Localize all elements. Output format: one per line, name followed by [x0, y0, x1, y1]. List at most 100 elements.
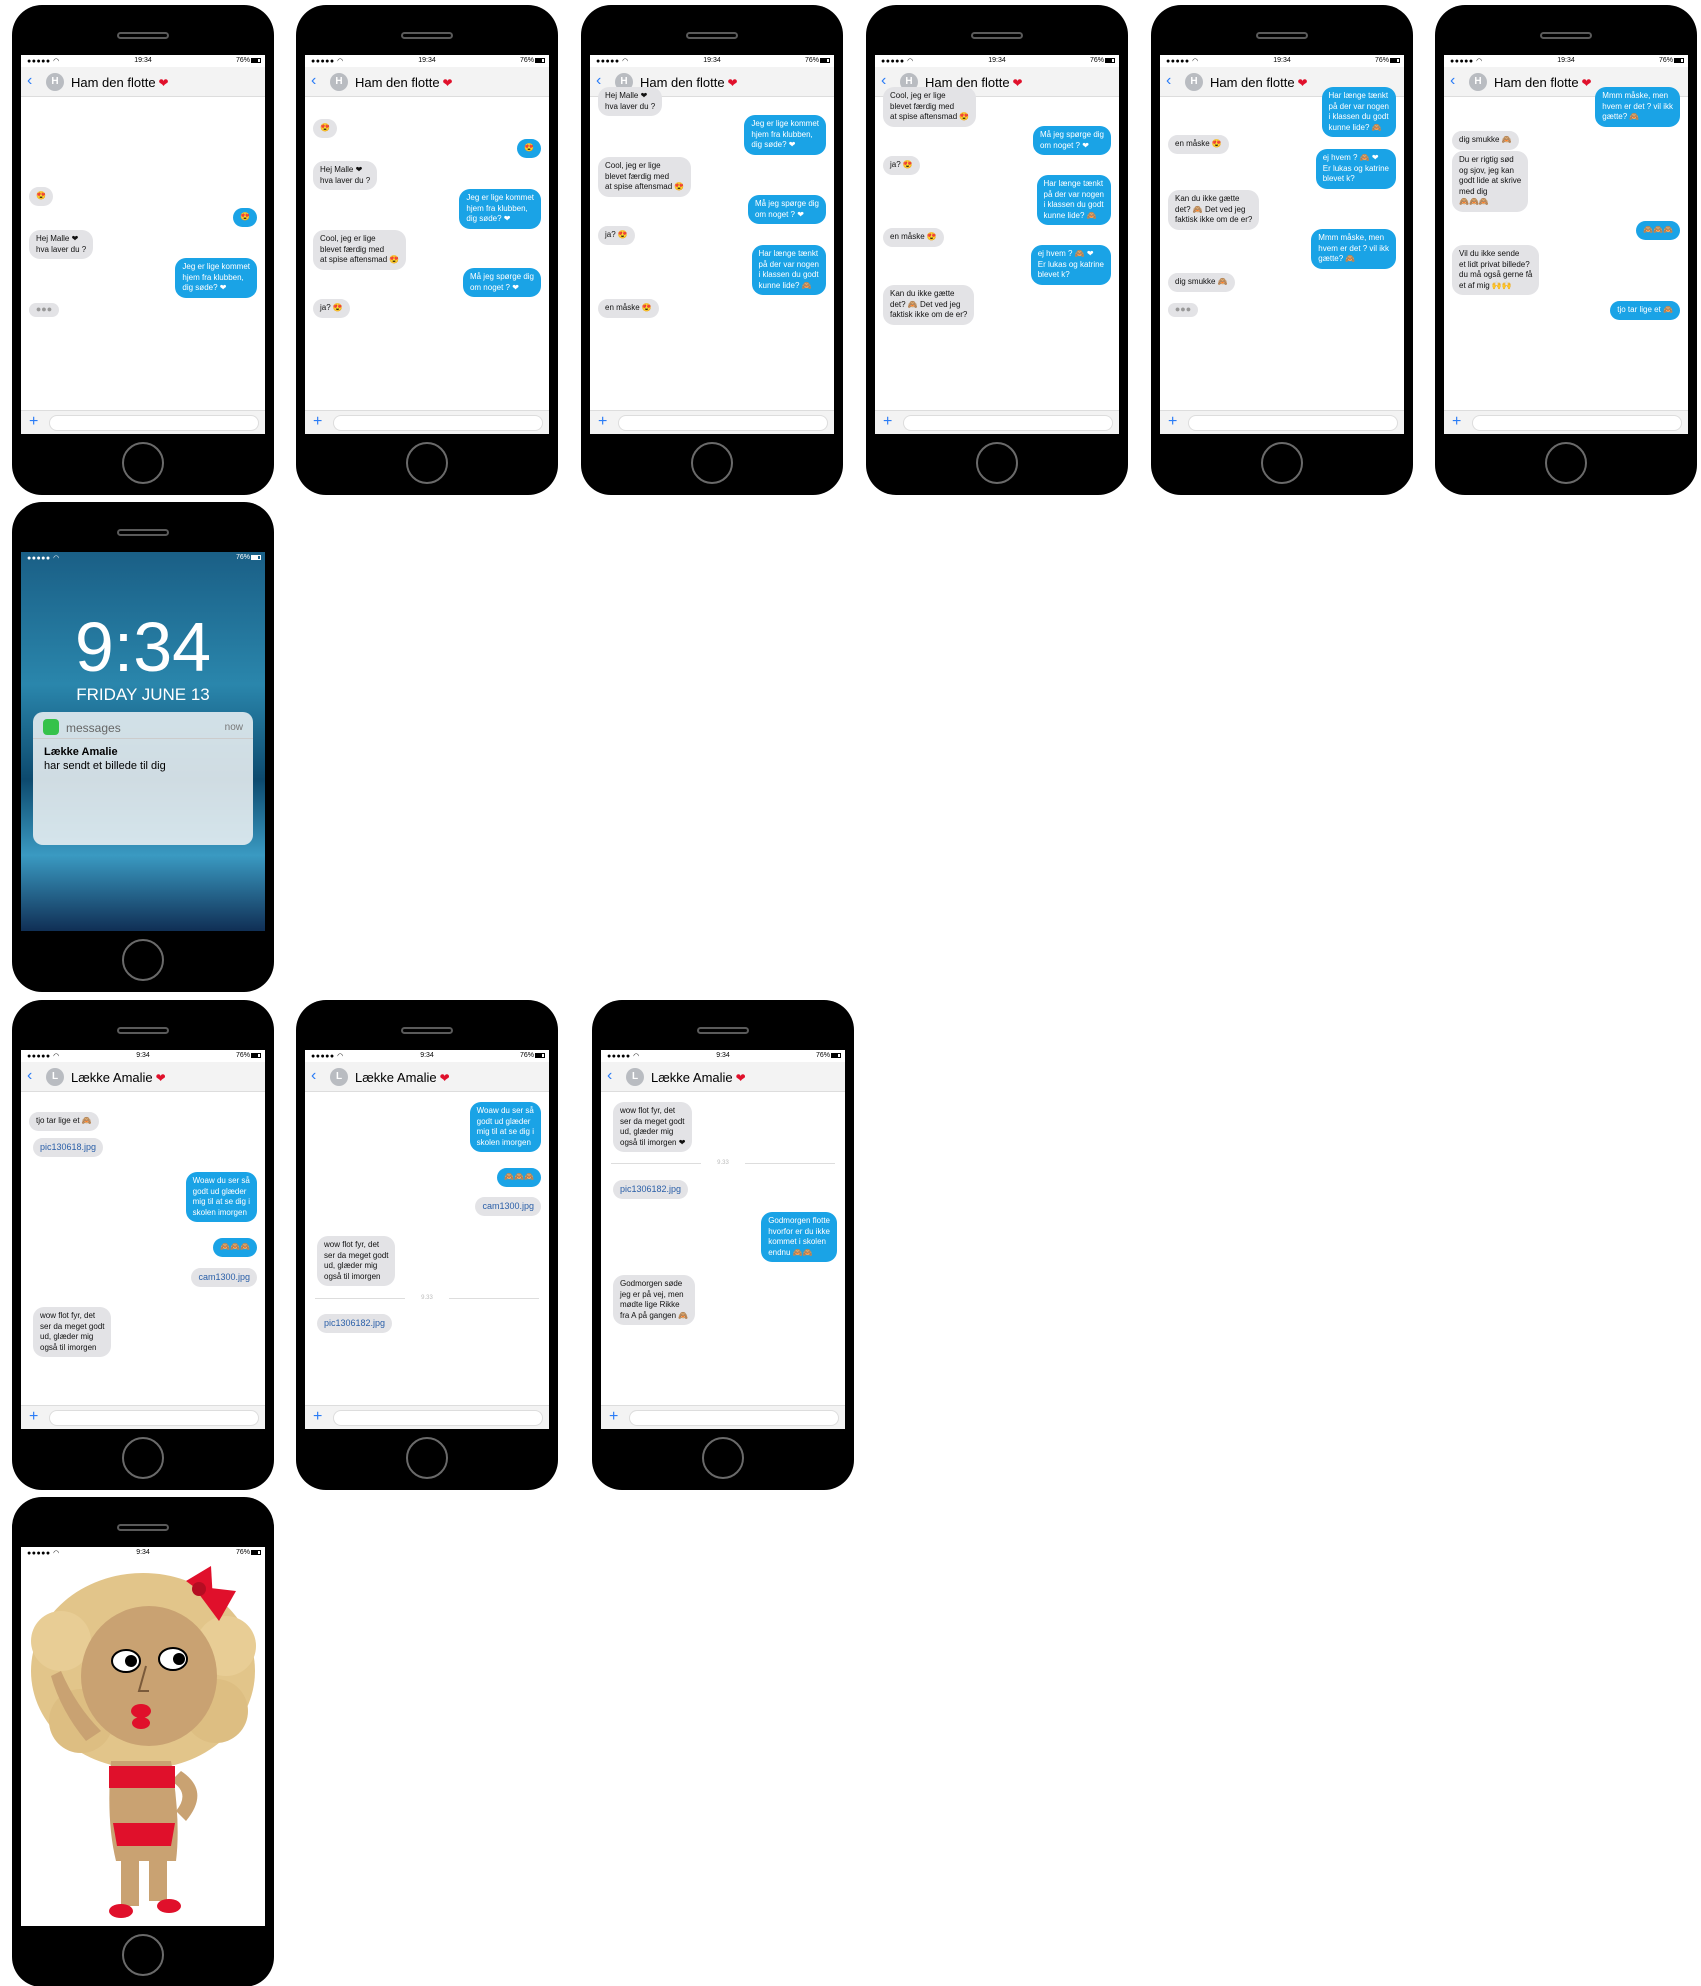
back-chevron-icon[interactable]: ‹ — [27, 73, 32, 89]
message-outgoing: Woaw du ser så godt ud glæder mig til at… — [185, 1172, 257, 1222]
message-outgoing: Må jeg spørge dig om noget ? ❤ — [747, 195, 826, 224]
chat-screen: ●●●●● ◠ 19:34 76% ‹ H Ham den flotte ❤ Har læ… — [1160, 55, 1404, 434]
home-button[interactable] — [1261, 442, 1303, 484]
message-incoming: Vil du ikke sende et lidt privat billede… — [1452, 245, 1540, 295]
typing-indicator: ●●● — [29, 303, 59, 317]
plus-icon[interactable]: + — [883, 413, 892, 431]
notification-sender: Lække Amalie — [44, 746, 118, 758]
plus-icon[interactable]: + — [313, 1408, 322, 1426]
input-bar: + — [305, 410, 549, 434]
message-outgoing: Må jeg spørge dig om noget ? ❤ — [1032, 126, 1111, 155]
home-button[interactable] — [702, 1437, 744, 1479]
plus-icon[interactable]: + — [29, 1408, 38, 1426]
message-input[interactable] — [618, 415, 828, 431]
message-input[interactable] — [49, 1410, 259, 1426]
cartoon-girl-illustration — [31, 1566, 256, 1918]
back-chevron-icon[interactable]: ‹ — [881, 73, 886, 89]
speaker — [117, 1027, 169, 1034]
plus-icon[interactable]: + — [598, 413, 607, 431]
message-input[interactable] — [1188, 415, 1398, 431]
avatar[interactable]: H — [46, 73, 64, 91]
message-input[interactable] — [49, 415, 259, 431]
avatar[interactable]: H — [1469, 73, 1487, 91]
phone-8: ●●●●● ◠ 9:34 76% ‹ L Lække Amalie ❤ tjo tar l… — [12, 1000, 274, 1490]
chat-header: ‹ H Ham den flotte ❤ — [305, 67, 549, 97]
heart-icon: ❤ — [442, 76, 453, 90]
message-outgoing: Har længe tænkt på der var nogen i klass… — [1321, 87, 1396, 137]
status-time: 9:34 — [136, 1052, 150, 1059]
back-chevron-icon[interactable]: ‹ — [311, 1068, 316, 1084]
message-input[interactable] — [333, 1410, 543, 1426]
image-attachment[interactable]: pic1306182.jpg — [317, 1314, 393, 1333]
message-outgoing: 😍 — [517, 139, 541, 158]
message-incoming: wow flot fyr, det ser da meget godt ud, … — [613, 1102, 693, 1152]
message-outgoing: tjo tar lige et 🙈 — [1610, 301, 1680, 320]
home-button[interactable] — [122, 939, 164, 981]
back-chevron-icon[interactable]: ‹ — [1166, 73, 1171, 89]
message-incoming: ja? 😍 — [883, 156, 920, 175]
message-incoming: ja? 😍 — [313, 299, 350, 318]
avatar[interactable]: L — [626, 1068, 644, 1086]
message-input[interactable] — [1472, 415, 1682, 431]
speaker — [686, 32, 738, 39]
back-chevron-icon[interactable]: ‹ — [1450, 73, 1455, 89]
message-incoming: Cool, jeg er lige blevet færdig med at s… — [313, 230, 407, 270]
avatar[interactable]: H — [330, 73, 348, 91]
speaker — [697, 1027, 749, 1034]
home-button[interactable] — [122, 1437, 164, 1479]
message-input[interactable] — [333, 415, 543, 431]
contact-name[interactable]: Ham den flotte ❤ — [1494, 75, 1592, 90]
home-button[interactable] — [406, 1437, 448, 1479]
message-incoming: wow flot fyr, det ser da meget godt ud, … — [33, 1307, 112, 1357]
battery-icon — [535, 1053, 545, 1058]
back-chevron-icon[interactable]: ‹ — [607, 1068, 612, 1084]
back-chevron-icon[interactable]: ‹ — [596, 73, 601, 89]
battery-icon — [251, 58, 261, 63]
notification-time: now — [224, 722, 243, 733]
contact-name[interactable]: Lække Amalie ❤ — [355, 1070, 450, 1085]
image-attachment[interactable]: pic130618.jpg — [33, 1138, 104, 1157]
avatar[interactable]: L — [46, 1068, 64, 1086]
contact-name[interactable]: Lække Amalie ❤ — [71, 1070, 166, 1085]
home-button[interactable] — [406, 442, 448, 484]
back-chevron-icon[interactable]: ‹ — [311, 73, 316, 89]
message-outgoing: Jeg er lige kommet hjem fra klubben, dig… — [459, 189, 541, 229]
contact-name[interactable]: Ham den flotte ❤ — [71, 75, 169, 90]
status-bar: ●●●●● ◠ 19:34 76% — [305, 55, 549, 67]
input-bar: + — [305, 1405, 549, 1429]
notification-card[interactable]: messages now Lække Amalie har sendt et b… — [33, 712, 253, 845]
avatar[interactable]: L — [330, 1068, 348, 1086]
back-chevron-icon[interactable]: ‹ — [27, 1068, 32, 1084]
message-input[interactable] — [629, 1410, 839, 1426]
home-button[interactable] — [122, 1934, 164, 1976]
plus-icon[interactable]: + — [313, 413, 322, 431]
contact-name[interactable]: Ham den flotte ❤ — [355, 75, 453, 90]
image-attachment[interactable]: cam1300.jpg — [475, 1197, 541, 1216]
messages-app-icon — [43, 719, 59, 735]
contact-name[interactable]: Lække Amalie ❤ — [651, 1070, 746, 1085]
home-button[interactable] — [691, 442, 733, 484]
message-incoming: 😍 — [29, 187, 53, 206]
input-bar: + — [590, 410, 834, 434]
message-input[interactable] — [903, 415, 1113, 431]
battery-percent: 76% — [235, 554, 250, 561]
home-button[interactable] — [976, 442, 1018, 484]
plus-icon[interactable]: + — [1168, 413, 1177, 431]
chat-header: ‹ L Lække Amalie ❤ — [601, 1062, 845, 1092]
avatar[interactable]: H — [1185, 73, 1203, 91]
plus-icon[interactable]: + — [29, 413, 38, 431]
image-attachment[interactable]: pic1306182.jpg — [613, 1180, 689, 1199]
plus-icon[interactable]: + — [1452, 413, 1461, 431]
battery-percent: 76% — [235, 57, 250, 64]
plus-icon[interactable]: + — [609, 1408, 618, 1426]
status-bar: ●●●●● ◠ 19:34 76% — [590, 55, 834, 67]
contact-name[interactable]: Ham den flotte ❤ — [1210, 75, 1308, 90]
home-button[interactable] — [1545, 442, 1587, 484]
input-bar: + — [21, 1405, 265, 1429]
message-outgoing: Mmm måske, men hvem er det ? vil ikk gæt… — [1595, 87, 1680, 127]
image-attachment[interactable]: cam1300.jpg — [191, 1268, 257, 1287]
home-button[interactable] — [122, 442, 164, 484]
battery-percent: 76% — [519, 57, 534, 64]
message-outgoing: Har længe tænkt på der var nogen i klass… — [1036, 175, 1111, 225]
input-bar: + — [21, 410, 265, 434]
